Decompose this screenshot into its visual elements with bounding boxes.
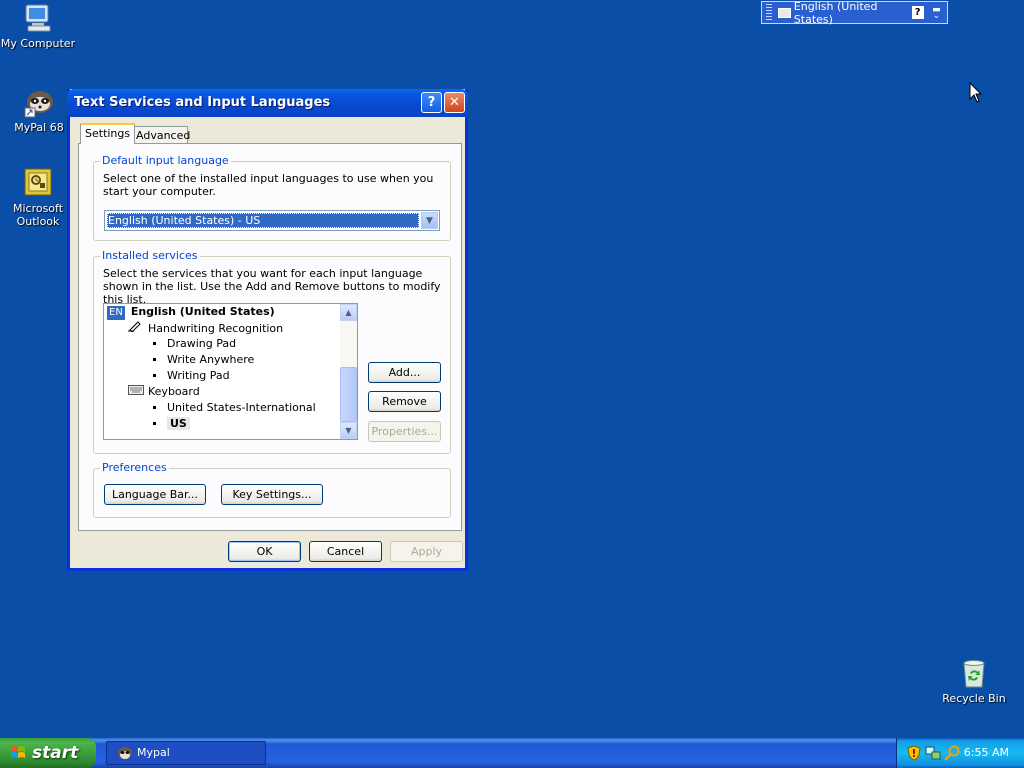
raccoon-icon xyxy=(117,746,133,760)
close-button[interactable]: ✕ xyxy=(444,92,465,113)
desktop-icon-label: My Computer xyxy=(0,37,76,50)
tree-scrollbar[interactable]: ▲ ▼ xyxy=(340,304,357,439)
cancel-button[interactable]: Cancel xyxy=(309,541,382,562)
mouse-cursor-icon xyxy=(969,81,983,107)
tree-language-label: English (United States) xyxy=(130,305,275,318)
tree-item-label: Handwriting Recognition xyxy=(148,322,284,335)
start-button[interactable]: start xyxy=(0,738,96,768)
tree-item[interactable]: Write Anywhere xyxy=(153,352,254,368)
group-label: Preferences xyxy=(100,461,169,474)
security-shield-icon[interactable] xyxy=(907,745,921,764)
search-icon[interactable] xyxy=(944,745,960,764)
bullet-icon xyxy=(153,357,156,361)
bullet-icon xyxy=(153,421,156,425)
tree-item-label: Keyboard xyxy=(148,385,200,398)
windows-logo-icon xyxy=(10,745,26,761)
settings-panel: Default input language Select one of the… xyxy=(78,143,462,531)
services-tree[interactable]: EN English (United States) Handwriting Re… xyxy=(103,303,358,440)
language-badge: EN xyxy=(107,306,125,320)
group-label: Default input language xyxy=(100,154,231,167)
add-button[interactable]: Add... xyxy=(368,362,441,383)
outlook-icon xyxy=(22,167,54,199)
network-icon[interactable] xyxy=(925,745,941,764)
tree-keyboard-node[interactable]: Keyboard xyxy=(128,384,200,400)
tree-item-selected[interactable]: US xyxy=(153,416,190,432)
keyboard-icon xyxy=(777,7,791,18)
help-icon[interactable]: ? xyxy=(911,6,924,19)
language-bar-language[interactable]: English (United States) xyxy=(794,0,912,26)
language-bar-options-icon[interactable]: ▬ ⌄ xyxy=(932,5,941,20)
properties-button[interactable]: Properties... xyxy=(368,421,441,442)
clock[interactable]: 6:55 AM xyxy=(964,746,1009,759)
group-description: Select one of the installed input langua… xyxy=(103,172,434,198)
tree-item-label: US xyxy=(167,417,190,430)
pen-icon xyxy=(128,320,142,337)
selected-language: English (United States) - US xyxy=(107,213,419,228)
tree-item-label: Write Anywhere xyxy=(167,353,255,366)
tree-item[interactable]: Drawing Pad xyxy=(153,336,236,352)
taskbar-item-mypal[interactable]: Mypal xyxy=(106,741,266,765)
installed-services-group: Installed services Select the services t… xyxy=(93,249,451,454)
start-label: start xyxy=(32,743,79,763)
taskbar-item-label: Mypal xyxy=(137,746,170,759)
language-bar[interactable]: English (United States) ? ▬ ⌄ xyxy=(761,0,948,26)
desktop-icon-my-computer[interactable]: My Computer xyxy=(0,2,78,50)
key-settings-button[interactable]: Key Settings... xyxy=(221,484,323,505)
tree-item-label: United States-International xyxy=(167,401,316,414)
keyboard-icon xyxy=(128,384,144,400)
raccoon-icon xyxy=(23,86,55,118)
dialog-title: Text Services and Input Languages xyxy=(74,95,331,110)
apply-button[interactable]: Apply xyxy=(390,541,463,562)
taskbar: start Mypal 6:55 AM xyxy=(0,738,1024,768)
bullet-icon xyxy=(153,341,156,345)
tree-language-node[interactable]: EN English (United States) xyxy=(107,304,275,320)
recycle-bin-icon xyxy=(958,657,990,689)
ok-button[interactable]: OK xyxy=(228,541,301,562)
desktop-icon-label: Recycle Bin xyxy=(942,692,1006,705)
tree-item[interactable]: United States-International xyxy=(153,400,316,416)
tree-item-label: Drawing Pad xyxy=(167,337,237,350)
bullet-icon xyxy=(153,373,156,377)
computer-icon xyxy=(22,2,54,34)
bullet-icon xyxy=(153,405,156,409)
remove-button[interactable]: Remove xyxy=(368,391,441,412)
tree-item-label: Writing Pad xyxy=(167,369,230,382)
tree-item[interactable]: Writing Pad xyxy=(153,368,230,384)
tab-settings[interactable]: Settings xyxy=(80,123,136,144)
chevron-down-icon[interactable]: ▼ xyxy=(421,212,438,229)
dialog-title-bar[interactable]: Text Services and Input Languages ? ✕ xyxy=(67,89,468,117)
scroll-thumb[interactable] xyxy=(340,367,357,422)
grip-handle[interactable] xyxy=(766,4,772,21)
desktop-icon-recycle-bin[interactable]: Recycle Bin xyxy=(934,657,1014,705)
group-description: Select the services that you want for ea… xyxy=(103,267,441,306)
preferences-group: Preferences Language Bar... Key Settings… xyxy=(93,461,451,518)
dialog-body: Advanced Settings Default input language… xyxy=(70,117,465,568)
group-label: Installed services xyxy=(100,249,200,262)
default-input-language-group: Default input language Select one of the… xyxy=(93,154,451,241)
scroll-up-icon[interactable]: ▲ xyxy=(340,304,357,321)
default-language-select[interactable]: English (United States) - US ▼ xyxy=(104,210,440,231)
tab-advanced[interactable]: Advanced xyxy=(131,126,190,144)
language-bar-button[interactable]: Language Bar... xyxy=(104,484,206,505)
help-button[interactable]: ? xyxy=(421,92,442,113)
text-services-dialog: Text Services and Input Languages ? ✕ Ad… xyxy=(67,89,468,571)
scroll-down-icon[interactable]: ▼ xyxy=(340,422,357,439)
tree-handwriting-node[interactable]: Handwriting Recognition xyxy=(128,320,283,336)
system-tray: 6:55 AM xyxy=(896,738,1024,768)
